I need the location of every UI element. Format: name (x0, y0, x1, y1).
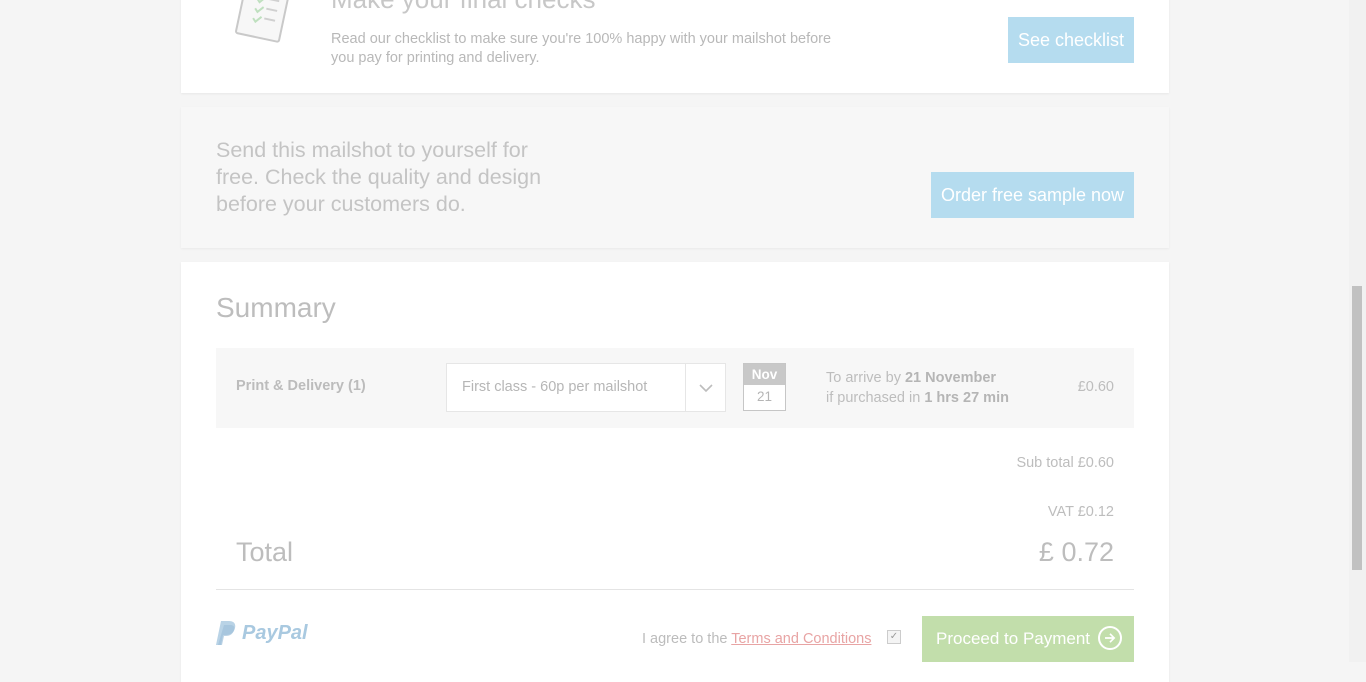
delivery-class-value: First class - 60p per mailshot (462, 379, 648, 395)
paypal-wordmark: PayPal (242, 621, 308, 644)
total-label: Total (236, 537, 294, 567)
free-sample-card: Send this mailshot to yourself for free.… (181, 107, 1169, 248)
print-delivery-row: Print & Delivery (1) First class - 60p p… (216, 348, 1134, 428)
delivery-class-select[interactable]: First class - 60p per mailshot (446, 363, 726, 412)
proceed-to-payment-label: Proceed to Payment (936, 629, 1091, 648)
terms-and-conditions-link[interactable]: Terms and Conditions (731, 631, 871, 647)
arrive-prefix: To arrive by (826, 370, 905, 386)
summary-card: Summary Print & Delivery (1) First class… (181, 262, 1169, 682)
final-checks-description: Read our checklist to make sure you're 1… (331, 31, 832, 66)
arrival-info: To arrive by 21 November if purchased in… (826, 368, 1009, 408)
purchase-prefix: if purchased in (826, 390, 925, 406)
print-delivery-label: Print & Delivery (1) (236, 378, 366, 394)
subtotal: Sub total £0.60 (1016, 455, 1114, 471)
arrival-date-month: Nov (744, 364, 785, 385)
proceed-to-payment-button[interactable]: Proceed to Payment (922, 616, 1134, 662)
final-checks-card: Make your final checks Read our checklis… (181, 0, 1169, 93)
page-scrollbar[interactable] (1349, 0, 1366, 662)
scrollbar-thumb[interactable] (1352, 286, 1362, 570)
free-sample-description: Send this mailshot to yourself for free.… (216, 138, 542, 216)
arrival-date-badge: Nov 21 (743, 363, 786, 411)
purchase-countdown: 1 hrs 27 min (924, 390, 1009, 406)
checklist-icon (235, 0, 292, 43)
arrival-date-day: 21 (756, 389, 773, 404)
divider (216, 589, 1134, 590)
vat: VAT £0.12 (1047, 504, 1114, 520)
agree-label: I agree to the (642, 631, 732, 647)
see-checklist-button[interactable]: See checklist (1008, 17, 1134, 63)
print-delivery-price: £0.60 (1077, 379, 1114, 395)
order-free-sample-button[interactable]: Order free sample now (931, 172, 1134, 218)
chevron-down-icon[interactable] (686, 364, 726, 411)
arrow-right-icon (1098, 626, 1122, 650)
total-value: £ 0.72 (1038, 537, 1114, 567)
terms-agreement: I agree to the Terms and Conditions (642, 631, 871, 647)
final-checks-title: Make your final checks (331, 0, 595, 14)
paypal-icon (216, 621, 236, 645)
paypal-logo: PayPal (216, 620, 308, 646)
summary-title: Summary (216, 292, 336, 323)
arrive-date: 21 November (904, 370, 997, 386)
terms-checkbox[interactable]: ✓ (887, 630, 901, 644)
